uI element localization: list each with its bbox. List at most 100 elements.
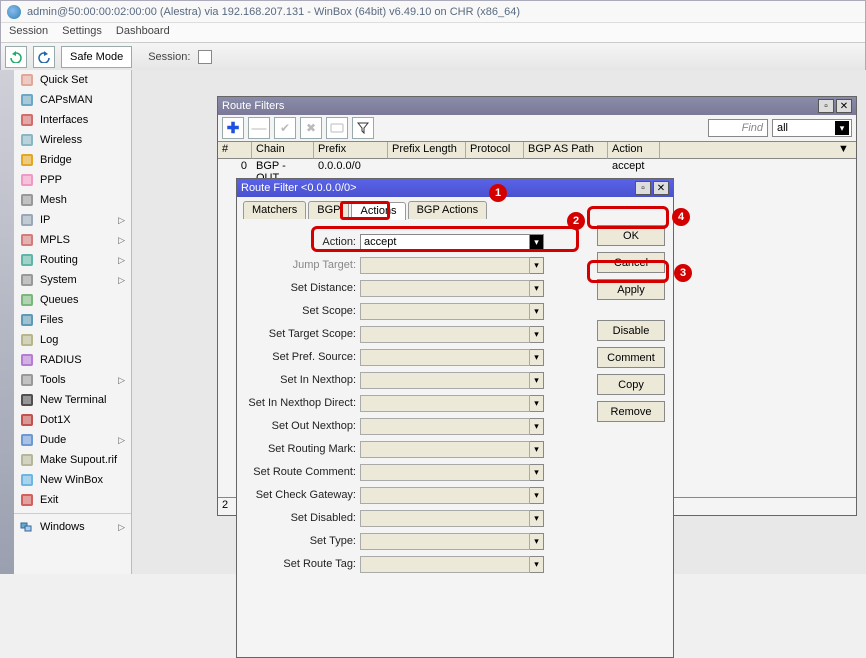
sidebar-item-make-supout[interactable]: Make Supout.rif <box>14 450 131 470</box>
sidebar-item-bridge[interactable]: Bridge <box>14 150 131 170</box>
col-bgp-as-path[interactable]: BGP AS Path <box>524 142 608 159</box>
chevron-down-icon[interactable]: ▾ <box>530 280 544 297</box>
copy-button[interactable]: Copy <box>597 374 665 395</box>
chevron-down-icon[interactable]: ▾ <box>530 372 544 389</box>
sidebar-item-label: Routing <box>40 254 78 266</box>
table-row[interactable]: 0 BGP - OUT 0.0.0.0/0 accept <box>218 159 856 176</box>
chevron-down-icon[interactable]: ▾ <box>530 303 544 320</box>
sidebar-item-dude[interactable]: Dude▷ <box>14 430 131 450</box>
set-out-nexthop-field[interactable] <box>360 418 530 435</box>
minimize-icon[interactable]: ▫ <box>635 181 651 195</box>
sidebar-item-queues[interactable]: Queues <box>14 290 131 310</box>
remove-button[interactable]: Remove <box>597 401 665 422</box>
sidebar-item-tools[interactable]: Tools▷ <box>14 370 131 390</box>
tab-bgp-actions[interactable]: BGP Actions <box>408 201 488 219</box>
chevron-down-icon[interactable]: ▾ <box>530 464 544 481</box>
menu-dashboard[interactable]: Dashboard <box>116 25 170 40</box>
comment-button[interactable]: Comment <box>597 347 665 368</box>
set-target-scope-field[interactable] <box>360 326 530 343</box>
sidebar-collapse-strip[interactable] <box>0 70 14 574</box>
sidebar-item-capsman[interactable]: CAPsMAN <box>14 90 131 110</box>
sidebar-item-label: System <box>40 274 77 286</box>
session-label: Session: <box>148 51 190 63</box>
col-action[interactable]: Action <box>608 142 660 159</box>
set-pref-source-label: Set Pref. Source: <box>245 351 360 363</box>
session-dropdown[interactable] <box>198 50 212 64</box>
sidebar-item-windows[interactable]: Windows▷ <box>14 517 131 537</box>
chevron-down-icon[interactable]: ▾ <box>530 510 544 527</box>
filter-icon[interactable] <box>352 117 374 139</box>
chevron-down-icon[interactable]: ▾ <box>530 349 544 366</box>
sidebar-item-wireless[interactable]: Wireless <box>14 130 131 150</box>
set-check-gateway-field[interactable] <box>360 487 530 504</box>
set-scope-field[interactable] <box>360 303 530 320</box>
set-disabled-field[interactable] <box>360 510 530 527</box>
safe-mode-button[interactable]: Safe Mode <box>61 46 132 68</box>
chevron-down-icon[interactable]: ▾ <box>530 487 544 504</box>
minimize-icon[interactable]: ▫ <box>818 99 834 113</box>
set-out-nexthop-label: Set Out Nexthop: <box>245 420 360 432</box>
chevron-down-icon[interactable]: ▾ <box>530 441 544 458</box>
sidebar-item-new-winbox[interactable]: New WinBox <box>14 470 131 490</box>
find-input[interactable]: Find <box>708 119 768 137</box>
disable-button[interactable]: Disable <box>597 320 665 341</box>
sidebar-item-quick-set[interactable]: Quick Set <box>14 70 131 90</box>
sidebar-item-interfaces[interactable]: Interfaces <box>14 110 131 130</box>
menu-session[interactable]: Session <box>9 25 48 40</box>
menubar: Session Settings Dashboard <box>1 23 865 43</box>
tab-bgp[interactable]: BGP <box>308 201 349 219</box>
set-in-nexthop-field[interactable] <box>360 372 530 389</box>
sidebar-item-files[interactable]: Files <box>14 310 131 330</box>
col-prefix-length[interactable]: Prefix Length <box>388 142 466 159</box>
sidebar-item-exit[interactable]: Exit <box>14 490 131 510</box>
chevron-down-icon[interactable]: ▾ <box>530 395 544 412</box>
filter-scope-combo[interactable]: all ▾ <box>772 119 852 137</box>
sidebar-item-mpls[interactable]: MPLS▷ <box>14 230 131 250</box>
sidebar-item-label: IP <box>40 214 50 226</box>
sidebar-item-dot1x[interactable]: Dot1X <box>14 410 131 430</box>
remove-button: — <box>248 117 270 139</box>
cancel-button[interactable]: Cancel <box>597 252 665 273</box>
tab-actions[interactable]: Actions <box>351 202 405 220</box>
ok-button[interactable]: OK <box>597 225 665 246</box>
col-protocol[interactable]: Protocol <box>466 142 524 159</box>
sidebar-item-mesh[interactable]: Mesh <box>14 190 131 210</box>
sidebar-item-new-terminal[interactable]: New Terminal <box>14 390 131 410</box>
tab-matchers[interactable]: Matchers <box>243 201 306 219</box>
add-button[interactable]: ✚ <box>222 117 244 139</box>
sidebar-item-label: CAPsMAN <box>40 94 93 106</box>
chevron-down-icon[interactable]: ▾ <box>530 533 544 550</box>
chevron-down-icon[interactable]: ▾ <box>530 234 544 251</box>
set-in-nexthop-direct-field[interactable] <box>360 395 530 412</box>
log-icon <box>20 333 34 347</box>
sidebar-item-ppp[interactable]: PPP <box>14 170 131 190</box>
close-icon[interactable]: ✕ <box>653 181 669 195</box>
col-chain[interactable]: Chain <box>252 142 314 159</box>
redo-button[interactable] <box>33 46 55 68</box>
sidebar-item-system[interactable]: System▷ <box>14 270 131 290</box>
set-route-tag-field[interactable] <box>360 556 530 573</box>
action-combo[interactable]: accept <box>360 234 530 251</box>
set-pref-source-field[interactable] <box>360 349 530 366</box>
sidebar-item-ip[interactable]: IP▷ <box>14 210 131 230</box>
set-route-comment-field[interactable] <box>360 464 530 481</box>
col-num[interactable]: # <box>218 142 252 159</box>
sidebar-item-radius[interactable]: RADIUS <box>14 350 131 370</box>
close-icon[interactable]: ✕ <box>836 99 852 113</box>
chevron-down-icon[interactable]: ▾ <box>530 556 544 573</box>
set-distance-field[interactable] <box>360 280 530 297</box>
set-routing-mark-field[interactable] <box>360 441 530 458</box>
route-filters-titlebar[interactable]: Route Filters ▫ ✕ <box>218 97 856 115</box>
undo-button[interactable] <box>5 46 27 68</box>
system-icon <box>20 273 34 287</box>
apply-button[interactable]: Apply <box>597 279 665 300</box>
sidebar-item-routing[interactable]: Routing▷ <box>14 250 131 270</box>
set-type-field[interactable] <box>360 533 530 550</box>
chevron-down-icon[interactable]: ▾ <box>530 418 544 435</box>
menu-settings[interactable]: Settings <box>62 25 102 40</box>
route-filter-detail-titlebar[interactable]: Route Filter <0.0.0.0/0> ▫ ✕ <box>237 179 673 197</box>
col-prefix[interactable]: Prefix <box>314 142 388 159</box>
chevron-down-icon[interactable]: ▾ <box>530 326 544 343</box>
sidebar-item-label: MPLS <box>40 234 70 246</box>
sidebar-item-log[interactable]: Log <box>14 330 131 350</box>
